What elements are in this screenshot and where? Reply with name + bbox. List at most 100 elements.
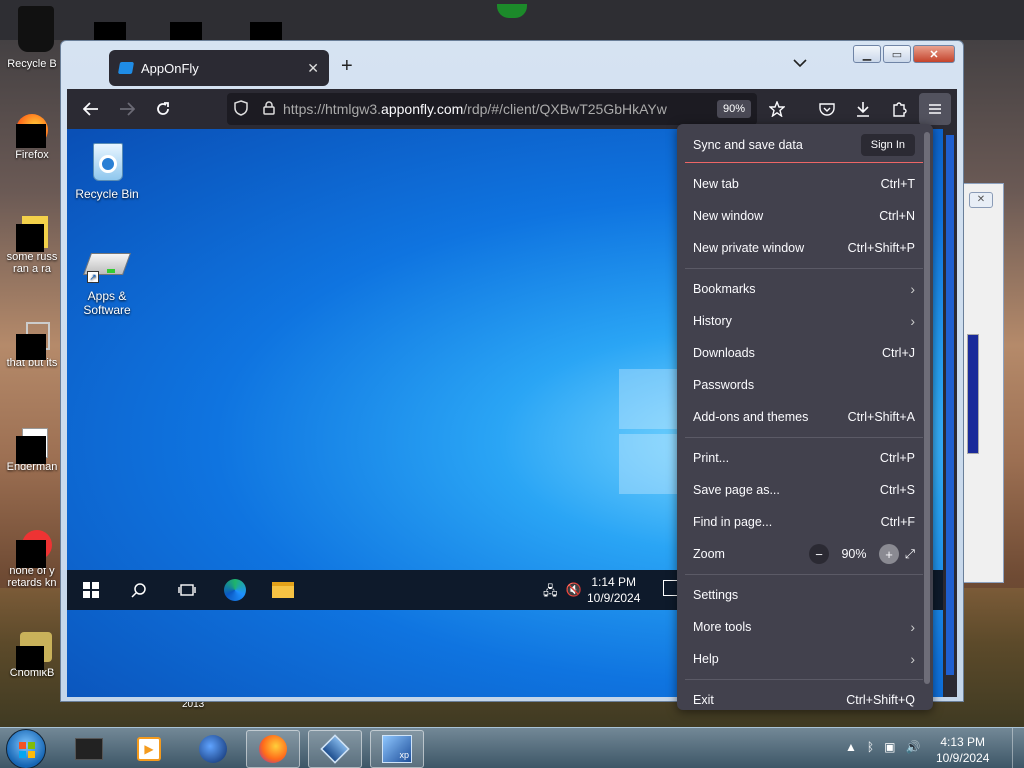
desktop-icon-firefox[interactable]: Firefox (0, 114, 64, 161)
menu-item-save-page[interactable]: Save page as... Ctrl+S (685, 475, 923, 505)
menu-separator (685, 162, 923, 163)
remote-icon-recycle-bin[interactable]: Recycle Bin (67, 139, 147, 201)
menu-item-settings[interactable]: Settings (685, 580, 923, 610)
file-explorer-taskbar-button[interactable] (259, 570, 307, 610)
list-tabs-chevron-icon[interactable] (793, 55, 807, 71)
background-window[interactable]: ✕ (962, 183, 1004, 583)
volume-muted-icon[interactable]: 🔇 (566, 582, 582, 604)
volume-icon[interactable]: 🔊 (905, 740, 920, 754)
taskbar-app-virtualbox[interactable] (308, 730, 362, 768)
menu-scrollbar-thumb[interactable] (924, 132, 930, 684)
downloads-button[interactable] (847, 93, 879, 125)
menu-item-shortcut: Ctrl+P (879, 451, 915, 465)
start-orb-button[interactable] (6, 729, 46, 768)
tracking-shield-icon[interactable] (227, 99, 255, 119)
close-window-button[interactable]: ✕ (913, 45, 955, 63)
menu-item-print[interactable]: Print... Ctrl+P (685, 443, 923, 473)
zoom-indicator[interactable]: 90% (716, 100, 751, 118)
desktop-icon-redacted[interactable] (250, 22, 282, 40)
menu-item-bookmarks[interactable]: Bookmarks › (685, 274, 923, 304)
menu-item-addons[interactable]: Add-ons and themes Ctrl+Shift+A (685, 402, 923, 432)
app-box-icon (75, 738, 103, 760)
menu-item-new-window[interactable]: New window Ctrl+N (685, 201, 923, 231)
network-icon[interactable]: 🖧 (543, 582, 558, 604)
bluetooth-icon[interactable]: ᛒ (867, 740, 874, 754)
remote-icon-apps-software[interactable]: ↗ Apps & Software (67, 247, 147, 317)
file-icon (16, 530, 52, 568)
new-tab-button[interactable]: + (341, 55, 353, 78)
hamburger-icon (929, 104, 941, 114)
close-tab-icon[interactable]: ✕ (307, 60, 319, 77)
menu-sync-row: Sync and save data Sign In (685, 130, 923, 160)
menu-item-new-tab[interactable]: New tab Ctrl+T (685, 169, 923, 199)
sign-in-button[interactable]: Sign In (860, 134, 915, 156)
menu-item-new-private-window[interactable]: New private window Ctrl+Shift+P (685, 233, 923, 263)
apponfly-favicon-icon (117, 62, 135, 74)
address-bar[interactable]: https://htmlgw3.apponfly.com/rdp/#/clien… (227, 93, 757, 125)
lock-icon[interactable] (255, 100, 283, 118)
trash-can-icon[interactable] (18, 6, 54, 52)
remote-search-button[interactable] (115, 570, 163, 610)
taskbar-app-xp-vm[interactable]: xp (370, 730, 424, 768)
menu-item-passwords[interactable]: Passwords (685, 370, 923, 400)
desktop-icon-file[interactable]: that but its (0, 322, 64, 369)
taskbar-app-globe[interactable] (186, 730, 240, 768)
reload-button[interactable] (145, 93, 181, 125)
app-menu-button[interactable] (919, 93, 951, 125)
pocket-button[interactable] (811, 93, 843, 125)
fullscreen-icon[interactable]: ⤢ (905, 547, 915, 562)
remote-clock[interactable]: 1:14 PM 10/9/2024 (587, 574, 640, 606)
file-icon (16, 322, 50, 360)
taskbar-app-media-player[interactable]: ▶ (122, 730, 176, 768)
menu-item-help[interactable]: Help › (685, 644, 923, 674)
desktop-icon-redacted[interactable] (94, 22, 126, 40)
zoom-out-button[interactable]: − (808, 544, 829, 564)
menu-item-find-in-page[interactable]: Find in page... Ctrl+F (685, 507, 923, 537)
remote-tray: 🖧 🔇 (543, 582, 582, 604)
url-text[interactable]: https://htmlgw3.apponfly.com/rdp/#/clien… (283, 101, 717, 117)
desktop-icon-file[interactable]: ChomikB (0, 632, 64, 679)
desktop-icon-file[interactable]: none of y retards kn (0, 530, 64, 589)
edge-taskbar-button[interactable] (211, 570, 259, 610)
taskbar-app-firefox[interactable] (246, 730, 300, 768)
reload-icon (157, 102, 169, 115)
tab-apponfly[interactable]: AppOnFly ✕ (109, 50, 329, 86)
zoom-in-button[interactable]: + (878, 544, 899, 564)
menu-item-label: Zoom (693, 547, 725, 561)
desktop-icon-label: Recycle B (7, 58, 57, 70)
menu-item-exit[interactable]: Exit Ctrl+Shift+Q (685, 685, 923, 715)
taskbar-app-dark-box[interactable] (62, 730, 116, 768)
windows-start-button[interactable] (67, 570, 115, 610)
forward-button[interactable] (109, 93, 145, 125)
menu-scrollbar[interactable] (921, 132, 933, 702)
maximize-button[interactable]: ▭ (883, 45, 911, 63)
page-scrollbar[interactable] (943, 129, 957, 697)
menu-item-history[interactable]: History › (685, 306, 923, 336)
remote-clock-time: 1:14 PM (591, 575, 637, 589)
scrollbar-thumb[interactable] (946, 135, 954, 675)
show-hidden-icons-icon[interactable]: ▲ (845, 740, 857, 754)
globe-icon (199, 735, 227, 763)
minimize-button[interactable]: ▁ (853, 45, 881, 63)
menu-item-downloads[interactable]: Downloads Ctrl+J (685, 338, 923, 368)
monitor-icon[interactable]: ▣ (884, 740, 895, 754)
menu-item-label: New private window (693, 241, 805, 255)
desktop-icon-redacted[interactable] (170, 22, 202, 40)
desktop-icon-file[interactable]: Enderman (0, 426, 64, 473)
media-player-icon: ▶ (137, 737, 161, 761)
desktop-icon-recycle-bin[interactable]: Recycle B (0, 58, 64, 70)
host-clock-time: 4:13 PM (940, 735, 986, 749)
host-clock[interactable]: 4:13 PM 10/9/2024 (936, 734, 989, 766)
sync-label: Sync and save data (693, 138, 803, 152)
bookmark-star-button[interactable] (759, 93, 795, 125)
back-button[interactable] (73, 93, 109, 125)
task-view-button[interactable] (163, 570, 211, 610)
desktop-icon-file[interactable]: some russ ran a ra (0, 216, 64, 275)
menu-item-more-tools[interactable]: More tools › (685, 612, 923, 642)
zoom-level[interactable]: 90% (829, 547, 879, 561)
close-icon[interactable]: ✕ (969, 192, 993, 208)
menu-separator (685, 574, 923, 575)
show-desktop-button[interactable] (1012, 728, 1024, 768)
url-domain: apponfly.com (381, 101, 464, 117)
extensions-button[interactable] (883, 93, 915, 125)
